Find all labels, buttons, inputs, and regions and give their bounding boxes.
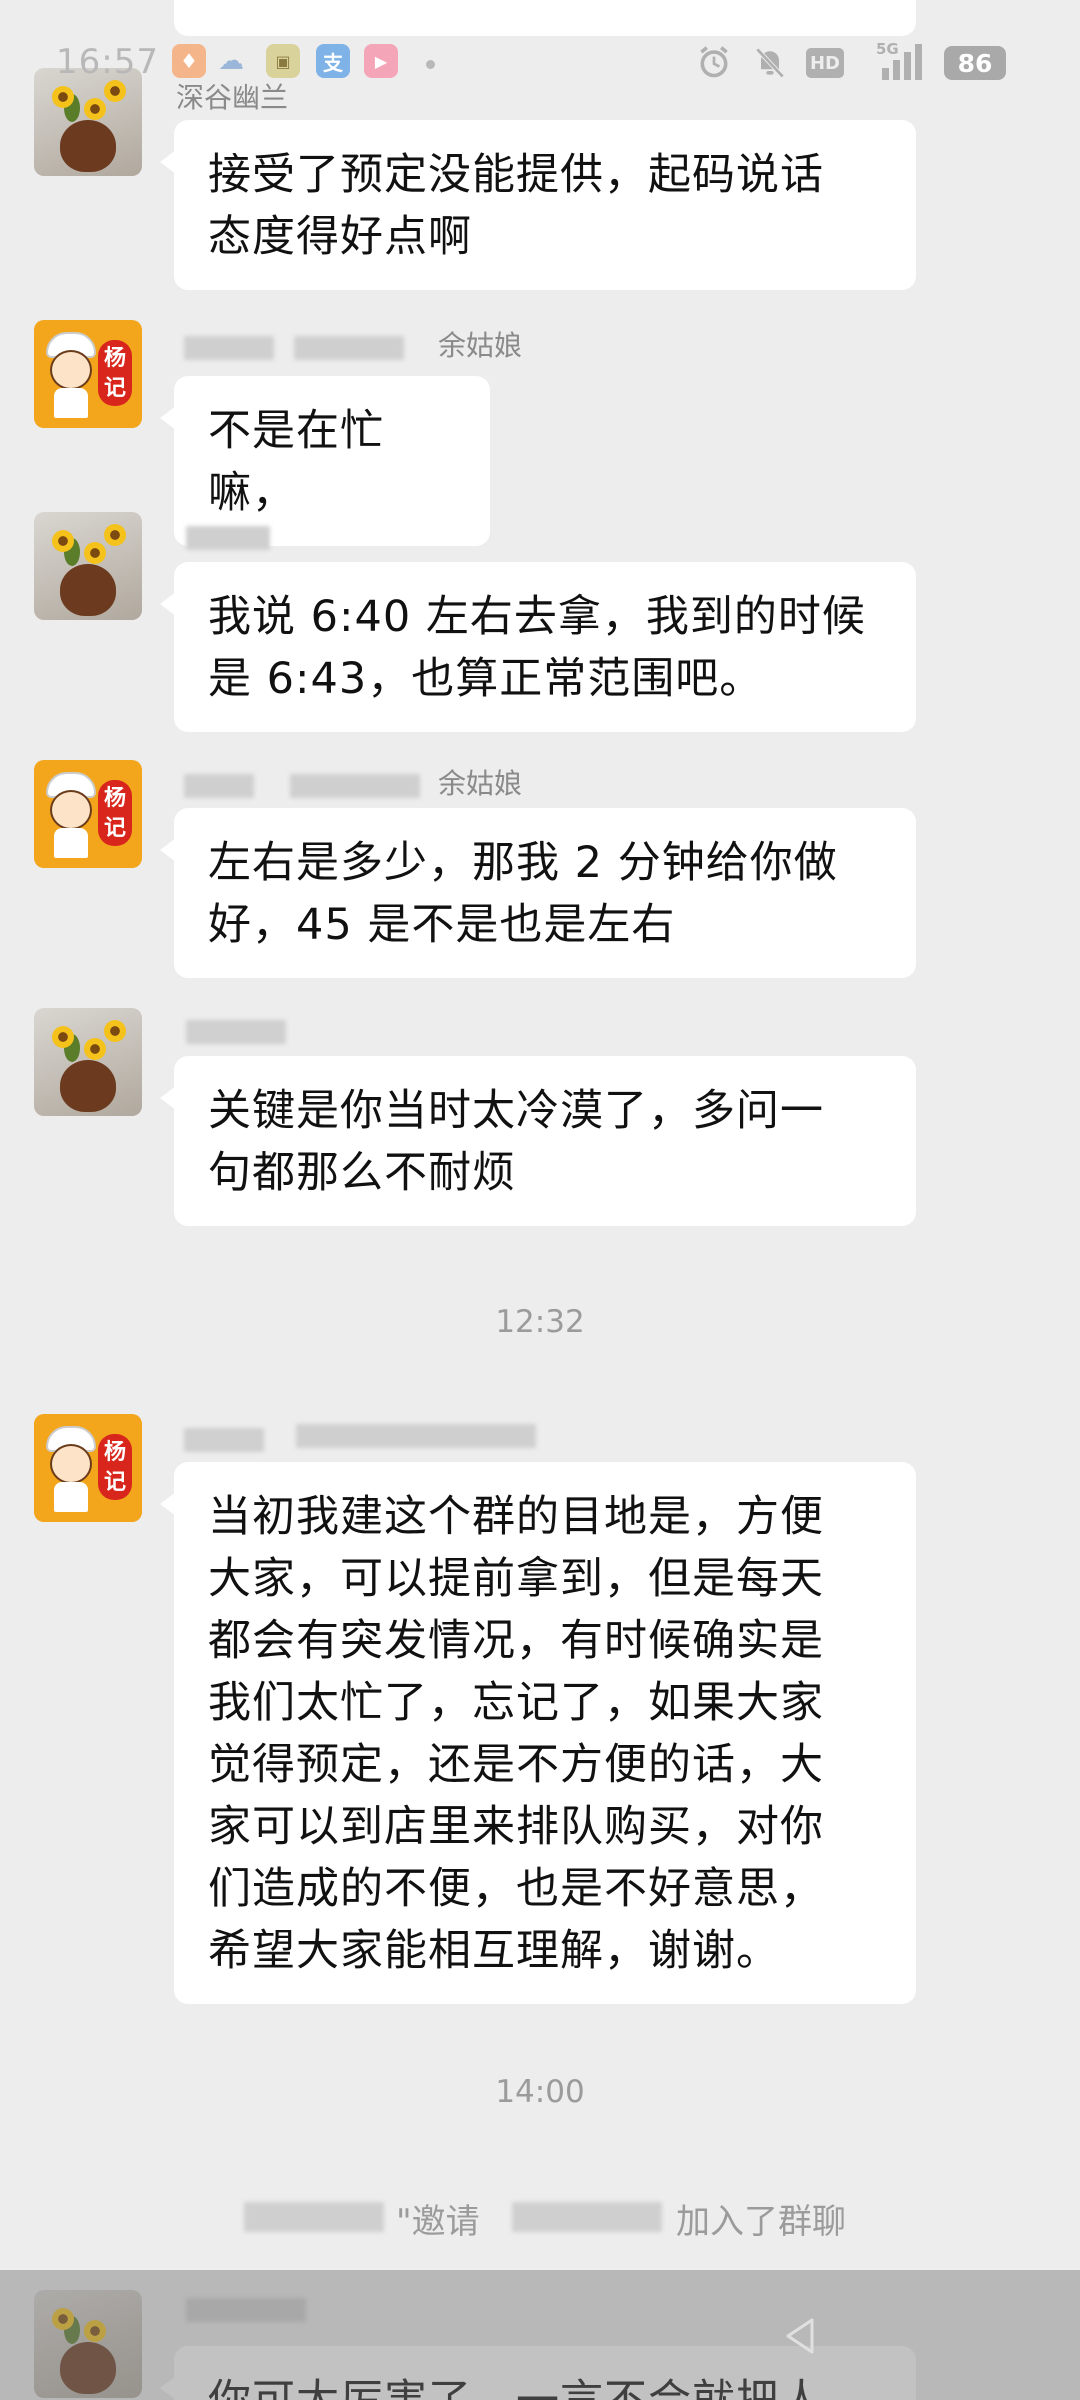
previous-message-bubble[interactable] [174, 0, 916, 36]
chef-body-icon [54, 828, 88, 858]
back-icon[interactable] [780, 2316, 820, 2356]
redacted-name [290, 774, 420, 798]
redacted-name [184, 774, 254, 798]
message-line: 们造成的不便，也是不好意思， [208, 1864, 824, 1914]
chef-face-icon [50, 350, 92, 390]
message-line: 觉得预定，还是不方便的话，大 [208, 1740, 824, 1790]
flower-decoration [52, 1026, 74, 1048]
signal-strength-icon [882, 44, 922, 80]
flower-decoration [84, 98, 106, 120]
message-line: 态度得好点啊 [208, 212, 472, 262]
message-line: 好，45 是不是也是左右 [208, 900, 676, 950]
chef-face-icon [50, 1444, 92, 1484]
flower-decoration [84, 1038, 106, 1060]
message-bubble[interactable]: 接受了预定没能提供，起码说话 态度得好点啊 [160, 120, 916, 290]
message-bubble[interactable]: 关键是你当时太冷漠了，多问一 句都那么不耐烦 [160, 1056, 916, 1226]
message-line: 我们太忙了，忘记了，如果大家 [208, 1678, 824, 1728]
vase-decoration [60, 564, 116, 616]
brand-char: 记 [103, 816, 126, 841]
brand-char: 记 [103, 1470, 126, 1495]
redacted-name [296, 1424, 536, 1448]
message-line: 接受了预定没能提供，起码说话 [208, 150, 824, 200]
cloud-app-icon: ☁ [218, 46, 244, 76]
chef-body-icon [54, 388, 88, 418]
system-notice: "邀请 加入了群聊 [0, 2194, 1080, 2244]
chef-face-icon [50, 790, 92, 830]
message-line: 大家，可以提前拿到，但是每天 [208, 1554, 824, 1604]
vase-decoration [60, 120, 116, 172]
avatar[interactable] [34, 1008, 142, 1116]
redacted-name [186, 1020, 286, 1044]
brand-char: 杨 [103, 346, 126, 371]
message-line: 不是在忙嘛， [208, 406, 384, 518]
alarm-icon [700, 46, 728, 78]
message-bubble[interactable]: 左右是多少，那我 2 分钟给你做 好，45 是不是也是左右 [160, 808, 916, 978]
redacted-name [512, 2202, 662, 2232]
redacted-name [294, 336, 404, 360]
flower-decoration [104, 524, 126, 546]
avatar[interactable]: 杨 记 [34, 320, 142, 428]
avatar[interactable] [34, 512, 142, 620]
redacted-name [244, 2202, 384, 2232]
brand-badge: 杨 记 [98, 780, 132, 846]
sender-name: 余姑娘 [438, 329, 523, 362]
sender-name: 余姑娘 [438, 767, 523, 800]
brand-char: 记 [103, 376, 126, 401]
battery-level: 86 [944, 46, 1006, 80]
message-line: 句都那么不耐烦 [208, 1148, 516, 1198]
message-line: 我说 6:40 左右去拿，我到的时候 [208, 592, 866, 642]
message-line: 是 6:43，也算正常范围吧。 [208, 654, 764, 704]
status-time: 16:57 [56, 42, 159, 82]
vase-decoration [60, 1060, 116, 1112]
redacted-name [184, 336, 274, 360]
flower-decoration [84, 542, 106, 564]
time-divider: 12:32 [495, 1304, 585, 1340]
message-bubble[interactable]: 不是在忙嘛， [160, 376, 490, 546]
message-line: 左右是多少，那我 2 分钟给你做 [208, 838, 838, 888]
redacted-name [184, 1428, 264, 1452]
notice-suffix: 加入了群聊 [676, 2202, 846, 2242]
avatar[interactable]: 杨 记 [34, 1414, 142, 1522]
redacted-name [186, 526, 270, 550]
avatar[interactable]: 杨 记 [34, 760, 142, 868]
video-app-icon: ▶ [364, 44, 398, 78]
time-divider: 14:00 [495, 2074, 585, 2110]
message-line: 当初我建这个群的目地是，方便 [208, 1492, 824, 1542]
photo-app-icon: ▣ [266, 44, 300, 78]
notice-prefix: "邀请 [396, 2202, 480, 2242]
message-line: 关键是你当时太冷漠了，多问一 [208, 1086, 824, 1136]
hd-voice-badge: HD [806, 48, 844, 78]
message-bubble[interactable]: 我说 6:40 左右去拿，我到的时候 是 6:43，也算正常范围吧。 [160, 562, 916, 732]
navigation-bar [0, 2270, 1080, 2400]
status-bar: 16:57 ♦ ☁ ▣ 支 ▶ HD 5G 86 [0, 38, 1080, 90]
flower-decoration [104, 1020, 126, 1042]
message-line: 都会有突发情况，有时候确实是 [208, 1616, 824, 1666]
message-line: 家可以到店里来排队购买，对你 [208, 1802, 824, 1852]
notification-app-icon: ♦ [172, 44, 206, 78]
chef-body-icon [54, 1482, 88, 1512]
mute-bell-icon [755, 47, 785, 78]
flower-decoration [52, 530, 74, 552]
message-bubble[interactable]: 当初我建这个群的目地是，方便 大家，可以提前拿到，但是每天 都会有突发情况，有时… [160, 1462, 916, 2004]
alipay-icon: 支 [316, 44, 350, 78]
message-line: 希望大家能相互理解，谢谢。 [208, 1926, 780, 1976]
brand-badge: 杨 记 [98, 340, 132, 406]
brand-badge: 杨 记 [98, 1434, 132, 1500]
brand-char: 杨 [103, 1440, 126, 1465]
more-notifications-dot [426, 60, 435, 69]
brand-char: 杨 [103, 786, 126, 811]
